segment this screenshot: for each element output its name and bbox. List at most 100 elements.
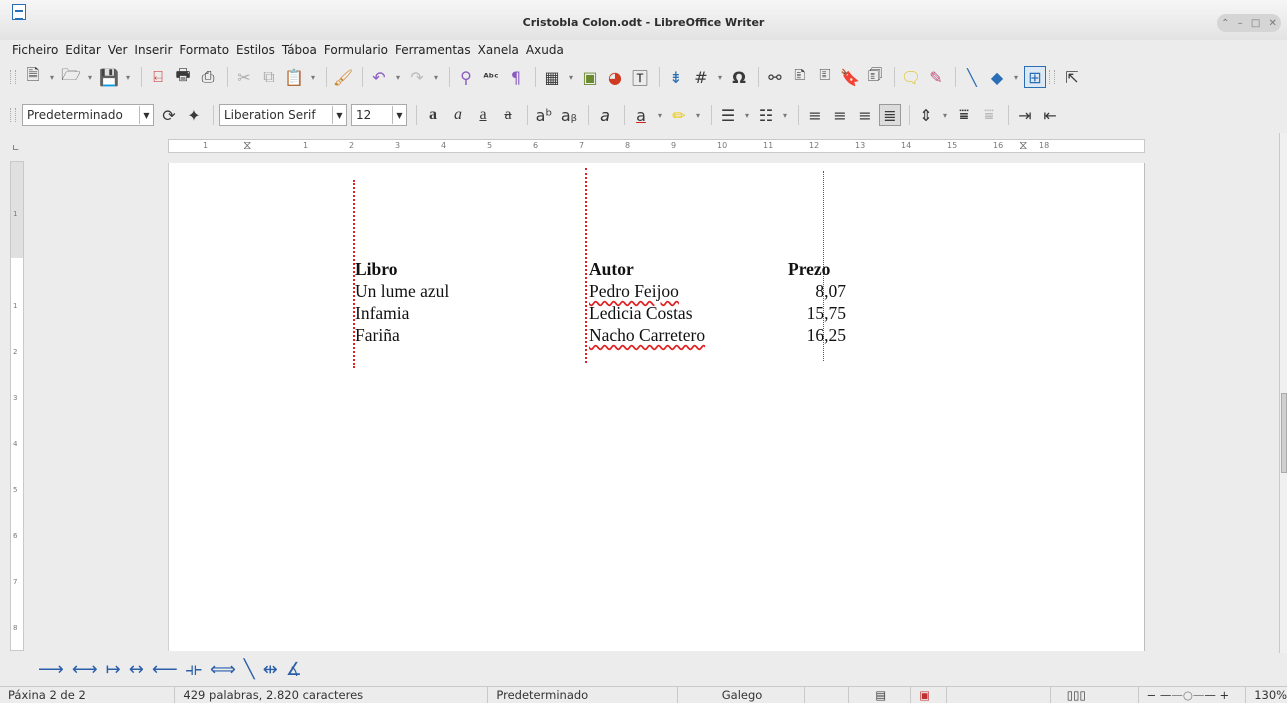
maximize-icon[interactable]: □ [1251,18,1260,29]
decrease-indent-icon[interactable]: ⇤ [1039,104,1061,126]
language[interactable]: Galego [678,686,806,703]
insert-bookmark-icon[interactable]: 🔖 [839,66,861,88]
insert-chart-icon[interactable]: ◕ [604,66,626,88]
insert-mode[interactable] [805,686,850,703]
zoom-level[interactable]: 130% [1246,687,1287,703]
circle-line-icon[interactable]: ⟛ [186,659,202,680]
page-number[interactable]: Páxina 2 de 2 [0,686,176,703]
insert-table-icon[interactable]: ▦ [541,66,563,88]
dropdown-arrow-icon[interactable]: ▾ [393,66,403,88]
font-color-icon[interactable]: a [630,104,652,126]
double-arrow-icon[interactable]: ↔ [129,659,144,680]
toolbar-grip[interactable] [10,70,16,84]
update-style-icon[interactable]: ⟳ [158,104,180,126]
open-folder-icon[interactable]: 🗁 [60,65,82,88]
strikethrough-icon[interactable]: a [497,104,519,126]
menu-ficheiro[interactable]: Ficheiro [12,40,58,60]
chevron-down-icon[interactable]: ▼ [332,106,346,124]
dropdown-arrow-icon[interactable]: ▾ [940,104,950,126]
insert-field-icon[interactable]: # [690,66,712,88]
dropdown-arrow-icon[interactable]: ▾ [123,66,133,88]
right-indent-marker-icon[interactable]: ⧖ [1019,138,1027,153]
subscript-icon[interactable]: aᵦ [558,104,580,126]
basic-shapes-icon[interactable]: ◆ [986,66,1008,88]
document-page[interactable]: Libro Autor Prezo Un lume azul Pedro Fei… [168,163,1145,651]
tab-type-selector[interactable]: ∟ [12,144,20,154]
line-circle-arrow-icon[interactable]: ⟷ [72,659,98,680]
increase-paragraph-spacing-icon[interactable]: ⩸ [953,104,975,126]
align-center-icon[interactable]: ≡ [829,104,851,126]
minimize-icon[interactable]: – [1238,18,1243,29]
line-spacing-icon[interactable]: ⇕ [915,104,937,126]
insert-endnote-icon[interactable]: 🗉 [814,65,836,88]
dropdown-arrow-icon[interactable]: ▾ [431,66,441,88]
menu-formato[interactable]: Formato [179,40,229,60]
unordered-list-icon[interactable]: ☰ [717,104,739,126]
increase-indent-icon[interactable]: ⇥ [1014,104,1036,126]
bold-icon[interactable]: a [422,104,444,126]
align-left-icon[interactable]: ≡ [804,104,826,126]
ordered-list-icon[interactable]: ☷ [755,104,777,126]
toolbar-grip[interactable] [1049,70,1055,84]
superscript-icon[interactable]: aᵇ [533,104,555,126]
selection-mode-icon[interactable]: ▤ [849,686,912,703]
menu-xanela[interactable]: Xanela [478,40,519,60]
menu-taboa[interactable]: Táboa [282,40,317,60]
menu-axuda[interactable]: Axuda [526,40,564,60]
close-icon[interactable]: ✕ [1269,18,1277,29]
line-square-arrow-icon[interactable]: ↦ [106,659,121,680]
insert-footnote-icon[interactable]: 🗈 [789,65,811,88]
zoom-slider[interactable]: − ——○—— + [1139,686,1247,703]
highlight-color-icon[interactable]: ✏ [668,104,690,126]
dropdown-arrow-icon[interactable]: ▾ [780,104,790,126]
italic-icon[interactable]: a [447,104,469,126]
insert-page-break-icon[interactable]: ⇟ [665,66,687,88]
angle-line-icon[interactable]: ∡ [286,659,302,680]
save-icon[interactable]: 💾 [98,66,120,88]
copy-icon[interactable]: ⧉ [258,66,280,88]
toolbar-grip[interactable] [10,108,16,122]
track-changes-icon[interactable]: ✎ [925,66,947,88]
vertical-ruler[interactable]: 1 1 2 3 4 5 6 7 8 [10,161,24,651]
menu-inserir[interactable]: Inserir [134,40,172,60]
print-preview-icon[interactable]: ⎙ [197,66,219,88]
insert-image-icon[interactable]: ▣ [579,66,601,88]
new-style-icon[interactable]: ✦ [183,104,205,126]
formatting-marks-icon[interactable]: ¶ [505,66,527,88]
insert-hyperlink-icon[interactable]: ⚯ [764,66,786,88]
chevron-down-icon[interactable]: ▼ [139,106,153,124]
dropdown-arrow-icon[interactable]: ▾ [1011,66,1021,88]
special-character-icon[interactable]: Ω [728,66,750,88]
justify-icon[interactable]: ≣ [879,104,901,126]
insert-comment-icon[interactable]: 🗨 [900,66,922,88]
paste-icon[interactable]: 📋 [283,66,305,88]
vertical-scrollbar[interactable] [1279,133,1287,653]
print-icon[interactable]: 🖶 [172,65,194,88]
page-style[interactable]: Predeterminado [488,686,678,703]
clone-formatting-icon[interactable]: 🖌 [332,66,354,88]
menu-estilos[interactable]: Estilos [236,40,275,60]
dropdown-arrow-icon[interactable]: ▾ [47,66,57,88]
left-indent-marker-icon[interactable]: ⧖ [243,138,251,153]
menu-formulario[interactable]: Formulario [324,40,388,60]
decrease-paragraph-spacing-icon[interactable]: ⩸ [978,104,1000,126]
diagonal-line-icon[interactable]: ╲ [244,659,255,680]
chevron-down-icon[interactable]: ▼ [392,106,406,124]
dropdown-arrow-icon[interactable]: ▾ [566,66,576,88]
insert-cross-reference-icon[interactable]: 🗊 [864,65,886,88]
find-replace-icon[interactable]: ⚲ [455,66,477,88]
undo-icon[interactable]: ↶ [368,66,390,88]
menu-editar[interactable]: Editar [65,40,101,60]
left-arrow-icon[interactable]: ⟵ [152,659,178,680]
dropdown-arrow-icon[interactable]: ▾ [742,104,752,126]
insert-line-icon[interactable]: ╲ [961,66,983,88]
dropdown-arrow-icon[interactable]: ▾ [85,66,95,88]
word-count[interactable]: 429 palabras, 2.820 caracteres [175,686,489,703]
font-name-combo[interactable]: Liberation Serif ▼ [219,104,347,126]
dropdown-arrow-icon[interactable]: ▾ [693,104,703,126]
cut-icon[interactable]: ✂ [233,66,255,88]
select-pointer-icon[interactable]: ⇱ [1061,66,1083,88]
show-draw-functions-icon[interactable]: ⊞ [1024,66,1046,88]
dimension-line-icon[interactable]: ⇹ [263,659,278,680]
export-pdf-icon[interactable]: ⍇ [147,66,169,88]
